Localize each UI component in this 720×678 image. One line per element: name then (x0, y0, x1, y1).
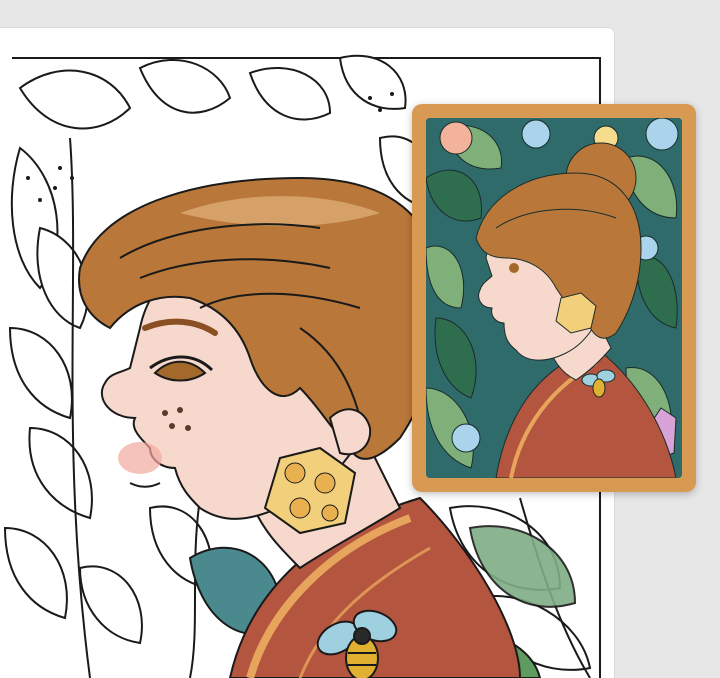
mouth (129, 482, 161, 488)
reference-image (426, 118, 682, 478)
ref-eye (509, 263, 519, 273)
reference-artwork (426, 118, 682, 478)
cheek-blush (118, 442, 162, 474)
reference-image-card[interactable] (412, 104, 696, 492)
